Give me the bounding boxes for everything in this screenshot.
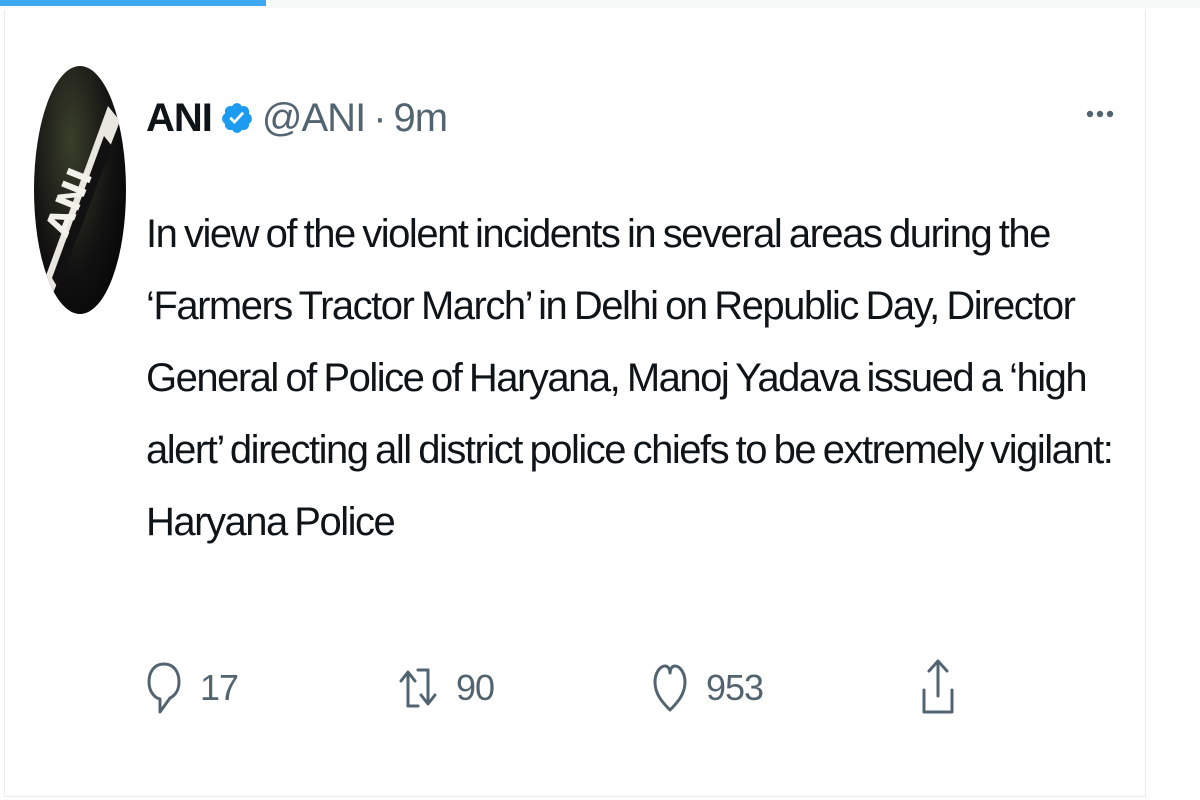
retweet-icon — [399, 668, 437, 708]
retweet-button[interactable]: 90 — [398, 648, 495, 728]
more-options-button[interactable] — [1080, 100, 1120, 128]
avatar-text: ANI — [38, 162, 101, 242]
author-name[interactable]: ANI — [146, 96, 213, 141]
share-button[interactable] — [920, 648, 956, 728]
retweet-count: 90 — [456, 667, 495, 708]
like-button[interactable]: 953 — [652, 648, 764, 728]
reply-count: 17 — [200, 667, 239, 708]
like-count: 953 — [706, 667, 764, 708]
ani-logo-icon: ANI — [38, 106, 120, 296]
more-options-icon — [1086, 110, 1114, 118]
timestamp[interactable]: 9m — [394, 96, 449, 141]
heart-icon — [653, 664, 687, 712]
separator-dot: · — [373, 95, 386, 140]
reply-icon — [147, 662, 181, 714]
loading-progress-bar — [0, 0, 266, 6]
reply-button[interactable]: 17 — [146, 648, 239, 728]
author-handle[interactable]: @ANI — [262, 96, 366, 141]
right-gutter — [1146, 10, 1200, 800]
avatar[interactable]: ANI — [34, 66, 126, 314]
tweet-text: In view of the violent incidents in seve… — [146, 212, 1114, 544]
verified-badge-icon — [220, 101, 254, 135]
tweet-actions: 17 90 953 — [146, 648, 1046, 728]
top-bar — [0, 0, 1200, 8]
tweet-header: ANI @ANI · 9m — [146, 88, 449, 148]
share-icon — [922, 659, 954, 714]
